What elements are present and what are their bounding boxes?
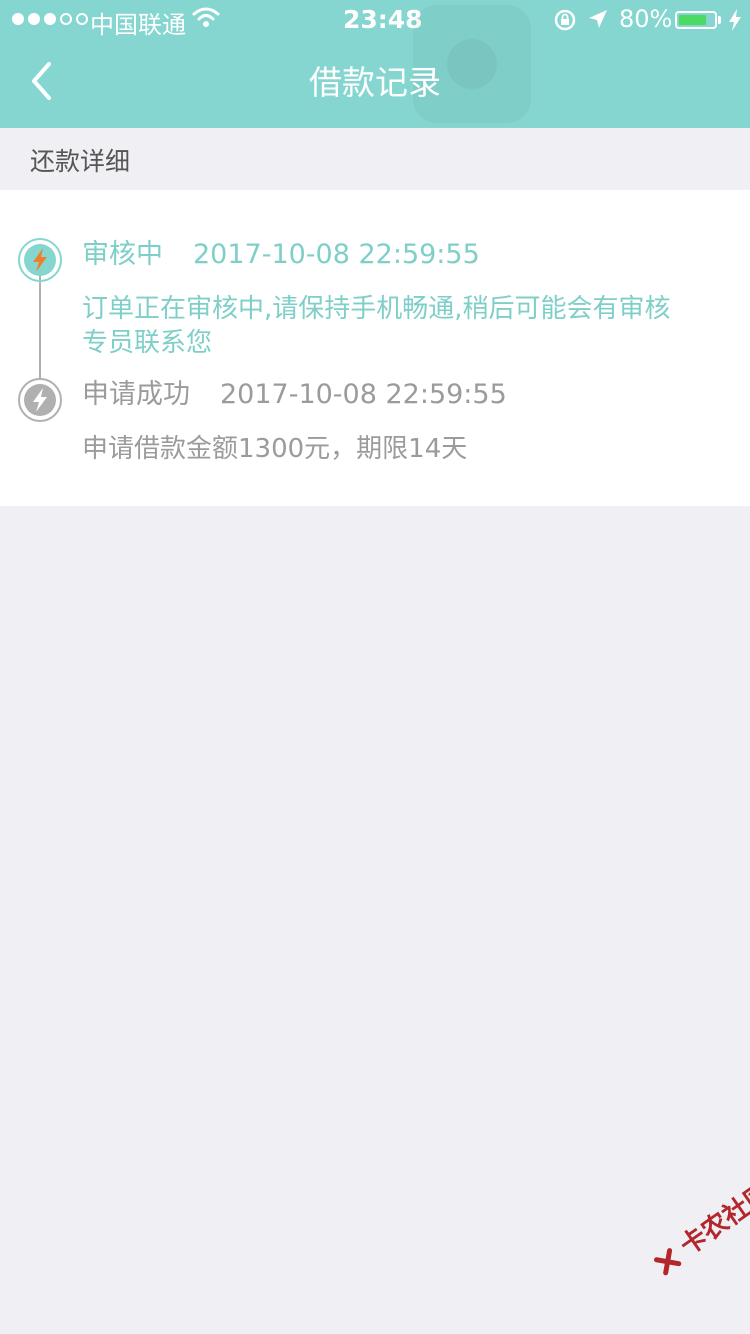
lightning-icon xyxy=(33,388,47,412)
wifi-icon xyxy=(192,6,220,34)
page-title: 借款记录 xyxy=(309,63,441,102)
status-bar: 中国联通 23:48 80% xyxy=(0,0,750,40)
battery-percent: 80% xyxy=(619,5,673,33)
watermark-logo: 卡农社区 xyxy=(646,1173,750,1281)
clock-time: 23:48 xyxy=(343,5,423,34)
step-title-review: 审核中 2017-10-08 22:59:55 xyxy=(82,238,480,272)
watermark-mark-icon xyxy=(653,1247,681,1275)
location-arrow-icon xyxy=(587,8,609,36)
step-description: 申请借款金额1300元，期限14天 xyxy=(82,434,468,464)
timeline-card: 审核中 2017-10-08 22:59:55 订单正在审核中,请保持手机畅通,稍… xyxy=(0,190,750,506)
signal-strength-icon xyxy=(12,13,88,25)
section-header: 还款详细 xyxy=(0,129,750,189)
step-datetime: 2017-10-08 22:59:55 xyxy=(193,239,480,270)
lightning-icon xyxy=(33,248,47,272)
carrier-name: 中国联通 xyxy=(90,11,186,39)
watermark-text: 卡农社区 xyxy=(674,1177,750,1262)
charging-icon xyxy=(728,9,742,37)
step-description: 订单正在审核中,请保持手机畅通,稍后可能会有审核专员联系您 xyxy=(82,294,671,358)
app-header: 中国联通 23:48 80% 借款记录 xyxy=(0,0,750,128)
battery-icon xyxy=(675,11,717,29)
step-status: 审核中 xyxy=(82,239,163,270)
timeline-node-active xyxy=(18,238,62,282)
step-datetime: 2017-10-08 22:59:55 xyxy=(220,379,507,410)
step-status: 申请成功 xyxy=(82,379,190,410)
rotation-lock-icon xyxy=(553,8,577,38)
step-title-applied: 申请成功 2017-10-08 22:59:55 xyxy=(82,378,507,412)
timeline-node-done xyxy=(18,378,62,422)
section-title: 还款详细 xyxy=(30,147,131,176)
